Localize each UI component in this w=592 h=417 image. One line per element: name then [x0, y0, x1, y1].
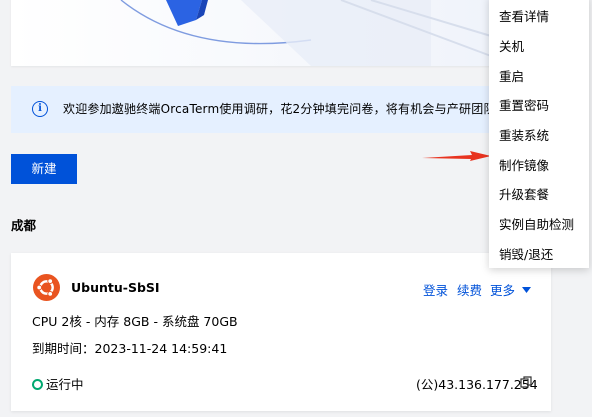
menu-item-upgrade[interactable]: 升级套餐: [499, 184, 549, 203]
menu-item-restart[interactable]: 重启: [499, 66, 524, 85]
notice-text[interactable]: 欢迎参加遨驰终端OrcaTerm使用调研，花2分钟填完问卷，将有机会与产研团队直…: [63, 100, 544, 117]
banner-illustration: [11, 0, 551, 66]
menu-item-reset-password[interactable]: 重置密码: [499, 95, 549, 114]
survey-notice: i 欢迎参加遨驰终端OrcaTerm使用调研，花2分钟填完问卷，将有机会与产研团…: [11, 86, 551, 133]
ubuntu-icon: [33, 274, 60, 301]
menu-item-view-details[interactable]: 查看详情: [499, 6, 549, 25]
menu-item-create-image[interactable]: 制作镜像: [499, 155, 549, 174]
info-icon: i: [32, 101, 48, 117]
create-button[interactable]: 新建: [11, 154, 77, 184]
more-link[interactable]: 更多: [490, 280, 531, 299]
renew-link[interactable]: 续费: [457, 280, 482, 299]
more-menu: 查看详情 关机 重启 重置密码 重装系统 制作镜像 升级套餐 实例自助检测 销毁…: [489, 0, 589, 268]
menu-item-self-check[interactable]: 实例自助检测: [499, 214, 574, 233]
menu-item-shutdown[interactable]: 关机: [499, 36, 524, 55]
menu-item-destroy[interactable]: 销毁/退还: [499, 244, 553, 263]
banner-card: [11, 0, 551, 66]
instance-name[interactable]: Ubuntu-SbSI: [71, 280, 160, 295]
chevron-down-icon: [522, 287, 531, 293]
status-dot-icon: [32, 379, 43, 390]
instance-spec: CPU 2核 - 内存 8GB - 系统盘 70GB: [32, 314, 238, 329]
login-link[interactable]: 登录: [423, 280, 448, 299]
expiry-label: 到期时间：: [32, 341, 95, 356]
pointer-arrow: [422, 151, 491, 161]
copy-icon[interactable]: [520, 376, 532, 388]
status-text: 运行中: [46, 377, 84, 392]
more-label: 更多: [490, 283, 516, 298]
instance-status: 运行中: [32, 374, 84, 393]
region-heading: 成都: [11, 218, 37, 233]
instance-expiry: 到期时间：2023-11-24 14:59:41: [32, 338, 227, 357]
instance-card: Ubuntu-SbSI 登录 续费 更多 CPU 2核 - 内存 8GB - 系…: [11, 253, 551, 411]
expiry-value: 2023-11-24 14:59:41: [94, 341, 228, 356]
menu-item-reinstall[interactable]: 重装系统: [499, 125, 549, 144]
